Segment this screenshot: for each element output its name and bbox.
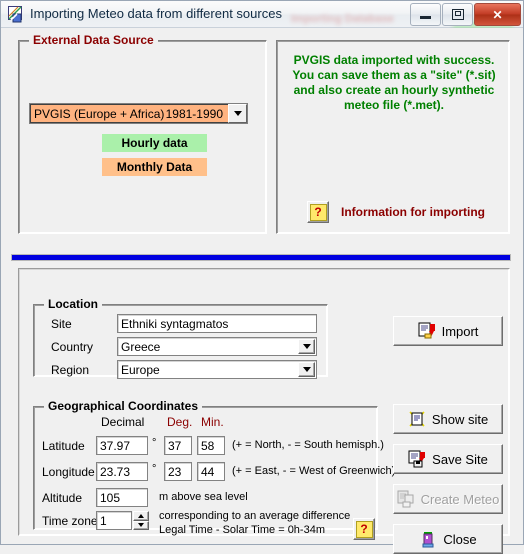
latitude-minutes-input[interactable]: 58: [197, 436, 225, 455]
import-button-label: Import: [441, 323, 479, 339]
latitude-degree-symbol: °: [152, 437, 157, 449]
client-area: External Data Source PVGIS (Europe + Afr…: [1, 28, 523, 554]
information-help-button[interactable]: ?: [307, 201, 329, 223]
timezone-hint-line-2: Legal Time - Solar Time = 0h-34m: [159, 524, 325, 536]
show-site-button-label: Show site: [431, 411, 489, 427]
close-icon: ✕: [492, 7, 503, 22]
country-select-value: Greece: [121, 339, 161, 354]
altitude-input[interactable]: 105: [96, 488, 148, 507]
latitude-decimal-input[interactable]: 37.97: [96, 436, 148, 455]
save-site-button-label: Save Site: [432, 451, 488, 467]
location-legend: Location: [44, 297, 102, 311]
message-line-4: meteo file (*.met).: [343, 98, 445, 112]
data-source-years: 1981-1990: [165, 106, 223, 121]
chevron-down-icon: [138, 523, 144, 528]
latitude-hint: (+ = North, - = South hemisph.): [232, 439, 384, 451]
external-data-source-legend: External Data Source: [29, 33, 158, 47]
show-site-button[interactable]: Show site: [393, 404, 503, 434]
timezone-hint-line-1: corresponding to an average difference: [159, 510, 351, 522]
timezone-label: Time zone: [42, 514, 98, 528]
longitude-degrees-input[interactable]: 23: [164, 462, 192, 481]
create-meteo-button[interactable]: Create Meteo: [393, 484, 503, 514]
timezone-stepper[interactable]: [133, 511, 149, 530]
coordinates-legend: Geographical Coordinates: [44, 399, 203, 413]
close-window-button[interactable]: ✕: [474, 3, 521, 26]
create-meteo-icon: [397, 490, 414, 508]
exit-door-icon: [422, 532, 434, 548]
close-button-label: Close: [443, 531, 477, 547]
chevron-up-icon: [138, 513, 144, 518]
decimal-column-header: Decimal: [101, 415, 145, 429]
longitude-degree-symbol: °: [152, 463, 157, 475]
longitude-decimal-input[interactable]: 23.73: [96, 462, 148, 481]
country-dropdown-button[interactable]: [298, 339, 315, 354]
longitude-minutes-input[interactable]: 44: [197, 462, 225, 481]
minutes-column-header: Min.: [201, 415, 224, 429]
minimize-button[interactable]: [410, 3, 441, 26]
meteo-chart-icon: [8, 6, 22, 23]
region-select-value: Europe: [121, 362, 160, 377]
data-source-select-value: PVGIS (Europe + Africa) 1981-1990: [30, 104, 228, 123]
message-line-1: PVGIS data imported with success.: [293, 53, 495, 67]
region-dropdown-button[interactable]: [298, 362, 315, 377]
data-source-name: PVGIS (Europe + Africa): [34, 106, 165, 121]
timezone-help-button[interactable]: ?: [353, 518, 375, 540]
create-meteo-button-label: Create Meteo: [420, 491, 500, 507]
altitude-label: Altitude: [42, 491, 83, 505]
import-meteo-window: Importing Database Importing Meteo data …: [0, 0, 524, 554]
hourly-data-indicator[interactable]: Hourly data: [102, 134, 207, 152]
degrees-column-header: Deg.: [167, 415, 193, 429]
timezone-stepper-up[interactable]: [133, 511, 149, 521]
data-source-select[interactable]: PVGIS (Europe + Africa) 1981-1990: [29, 103, 248, 124]
window-title: Importing Meteo data from different sour…: [30, 6, 282, 21]
country-select[interactable]: Greece: [117, 337, 317, 356]
import-button[interactable]: Import: [393, 316, 503, 346]
import-message-panel: PVGIS data imported with success. You ca…: [276, 40, 510, 234]
site-input[interactable]: Ethniki syntagmatos: [117, 314, 317, 333]
site-label: Site: [51, 317, 72, 331]
information-for-importing-label: Information for importing: [341, 205, 485, 219]
maximize-button[interactable]: [442, 3, 473, 26]
question-mark-icon: ?: [355, 520, 373, 538]
information-for-importing-row: ? Information for importing: [307, 201, 485, 223]
longitude-hint: (+ = East, - = West of Greenwich): [232, 465, 396, 477]
region-label: Region: [51, 363, 90, 377]
message-line-2: You can save them as a "site" (*.sit): [292, 68, 496, 82]
chevron-down-icon: [233, 111, 242, 116]
message-line-3: and also create an hourly synthetic: [293, 83, 495, 97]
window-controls: ✕: [409, 3, 521, 26]
region-select[interactable]: Europe: [117, 360, 317, 379]
show-site-icon: [409, 411, 425, 427]
monthly-data-indicator[interactable]: Monthly Data: [102, 158, 207, 176]
minimize-icon: [411, 4, 440, 25]
title-bar: Importing Database Importing Meteo data …: [1, 1, 523, 29]
chevron-down-icon: [302, 367, 311, 372]
timezone-input[interactable]: 1: [96, 511, 132, 530]
latitude-degrees-input[interactable]: 37: [164, 436, 192, 455]
geographical-coordinates-group: Geographical Coordinates Decimal Deg. Mi…: [33, 399, 395, 536]
data-source-dropdown-button[interactable]: [228, 104, 247, 123]
external-data-source-group: External Data Source PVGIS (Europe + Afr…: [18, 33, 267, 234]
maximize-icon: [443, 4, 472, 25]
chevron-down-icon: [302, 344, 311, 349]
timezone-stepper-down[interactable]: [133, 520, 149, 530]
question-mark-icon: ?: [309, 203, 327, 221]
import-icon: [418, 322, 435, 339]
location-group: Location Site Ethniki syntagmatos Countr…: [33, 297, 328, 379]
section-divider: [11, 254, 511, 261]
save-site-button[interactable]: Save Site: [393, 444, 503, 474]
country-label: Country: [51, 340, 94, 354]
close-button[interactable]: Close: [393, 524, 503, 554]
save-site-icon: [408, 450, 426, 468]
latitude-label: Latitude: [42, 439, 85, 453]
longitude-label: Longitude: [42, 465, 95, 479]
altitude-hint: m above sea level: [159, 491, 248, 503]
import-success-message: PVGIS data imported with success. You ca…: [285, 53, 503, 113]
